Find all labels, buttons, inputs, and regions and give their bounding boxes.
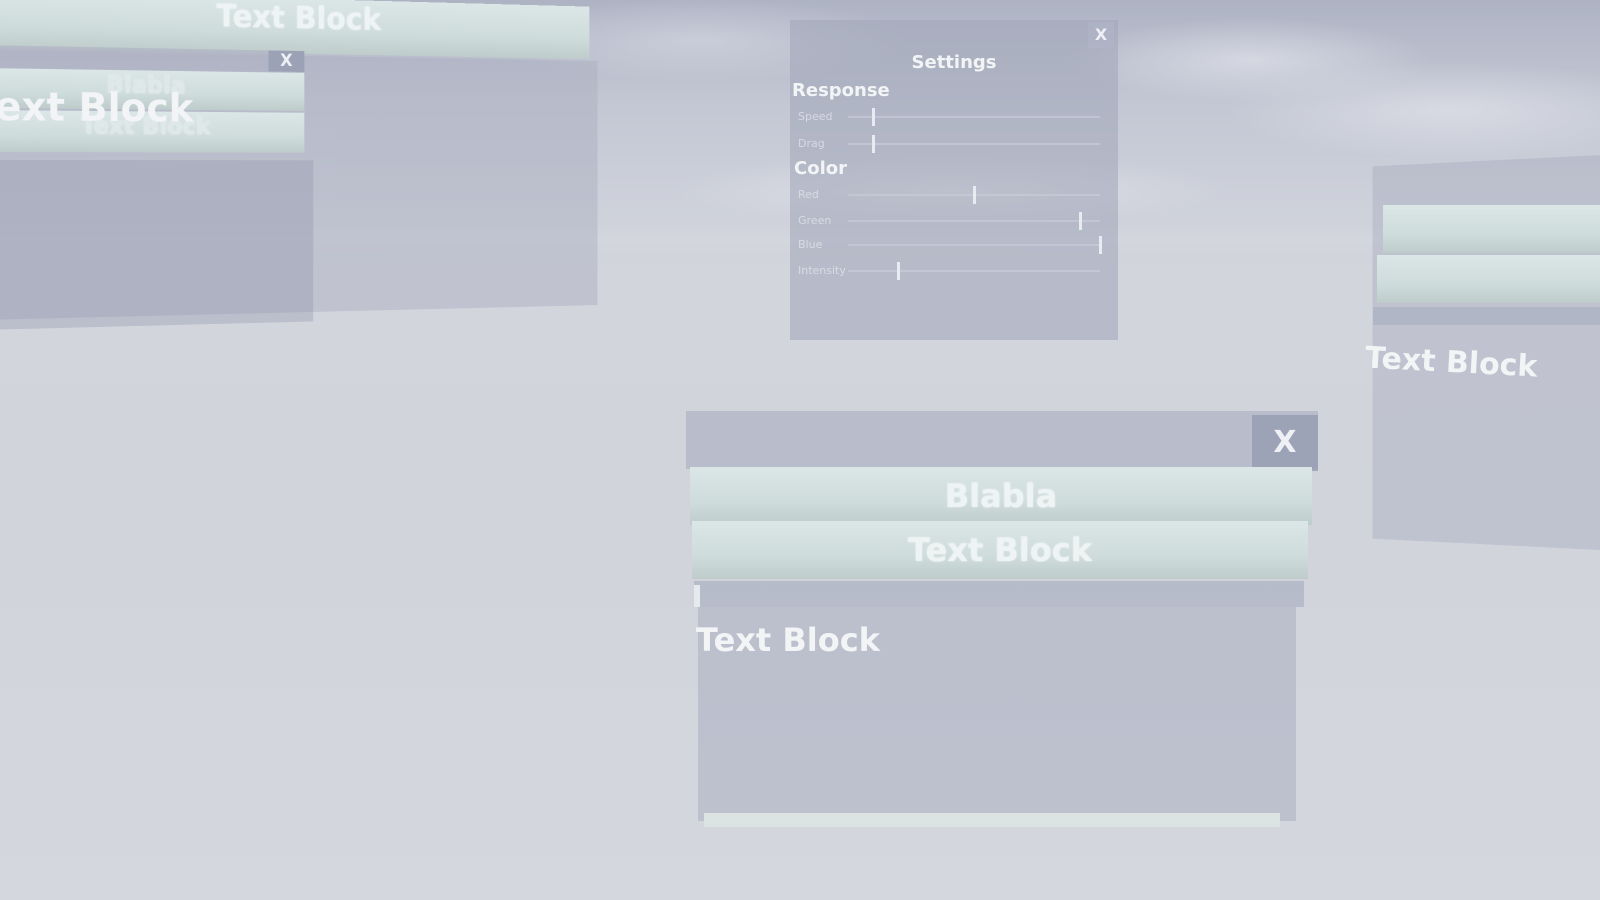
- red-slider-handle[interactable]: [973, 186, 976, 204]
- main-bottom-edge: [704, 813, 1280, 827]
- settings-title: Settings: [911, 52, 997, 73]
- left-close-button[interactable]: X: [268, 50, 305, 72]
- green-slider-label: Green: [798, 214, 832, 227]
- left-inner-scroll-area[interactable]: [0, 160, 314, 330]
- main-text-block-button[interactable]: Text Block: [692, 521, 1308, 579]
- drag-slider-label: Drag: [798, 137, 825, 150]
- main-blabla-button[interactable]: Blabla: [690, 467, 1312, 525]
- blue-slider-handle[interactable]: [1099, 236, 1102, 254]
- green-slider-track[interactable]: [848, 212, 1100, 230]
- green-slider-handle[interactable]: [1078, 212, 1082, 230]
- drag-slider[interactable]: Drag: [790, 133, 1110, 155]
- drag-slider-track[interactable]: [848, 135, 1100, 153]
- main-widget-panel: X Blabla Text Block Text Block: [686, 411, 1318, 841]
- intensity-slider[interactable]: Intensity: [790, 260, 1110, 282]
- blue-slider[interactable]: Blue: [790, 234, 1110, 256]
- speed-slider-label: Speed: [798, 110, 833, 123]
- color-section-label: Color: [794, 158, 847, 179]
- speed-slider[interactable]: Speed: [790, 106, 1110, 128]
- left-widget-panel: Text Block X Blabla Text Block ext Block: [0, 0, 598, 340]
- main-body-text: Text Block: [696, 621, 880, 659]
- right-button-1[interactable]: [1383, 205, 1600, 253]
- main-scrollbar[interactable]: [694, 581, 1304, 607]
- intensity-slider-handle[interactable]: [897, 262, 901, 280]
- main-close-button[interactable]: X: [1252, 415, 1318, 471]
- right-scrollbar[interactable]: [1373, 307, 1600, 325]
- settings-panel: X Settings Response Speed Drag Color Red…: [790, 20, 1118, 340]
- red-slider[interactable]: Red: [790, 184, 1110, 206]
- drag-slider-handle[interactable]: [872, 135, 876, 153]
- intensity-slider-label: Intensity: [798, 264, 846, 277]
- speed-slider-track[interactable]: [848, 108, 1100, 126]
- red-slider-track[interactable]: [848, 186, 1100, 204]
- left-inner-large-text: ext Block: [0, 84, 194, 132]
- main-scrollbar-handle[interactable]: [694, 585, 700, 607]
- speed-slider-handle[interactable]: [872, 108, 876, 126]
- right-button-2[interactable]: [1377, 255, 1600, 303]
- right-widget-panel: Text Block: [1355, 155, 1600, 550]
- red-slider-label: Red: [798, 188, 819, 201]
- main-title-bar: [686, 411, 1318, 469]
- green-slider[interactable]: Green: [790, 210, 1110, 232]
- response-section-label: Response: [792, 80, 890, 101]
- intensity-slider-track[interactable]: [848, 262, 1100, 280]
- blue-slider-track[interactable]: [848, 236, 1102, 254]
- settings-close-button[interactable]: X: [1088, 22, 1114, 48]
- blue-slider-label: Blue: [798, 238, 823, 251]
